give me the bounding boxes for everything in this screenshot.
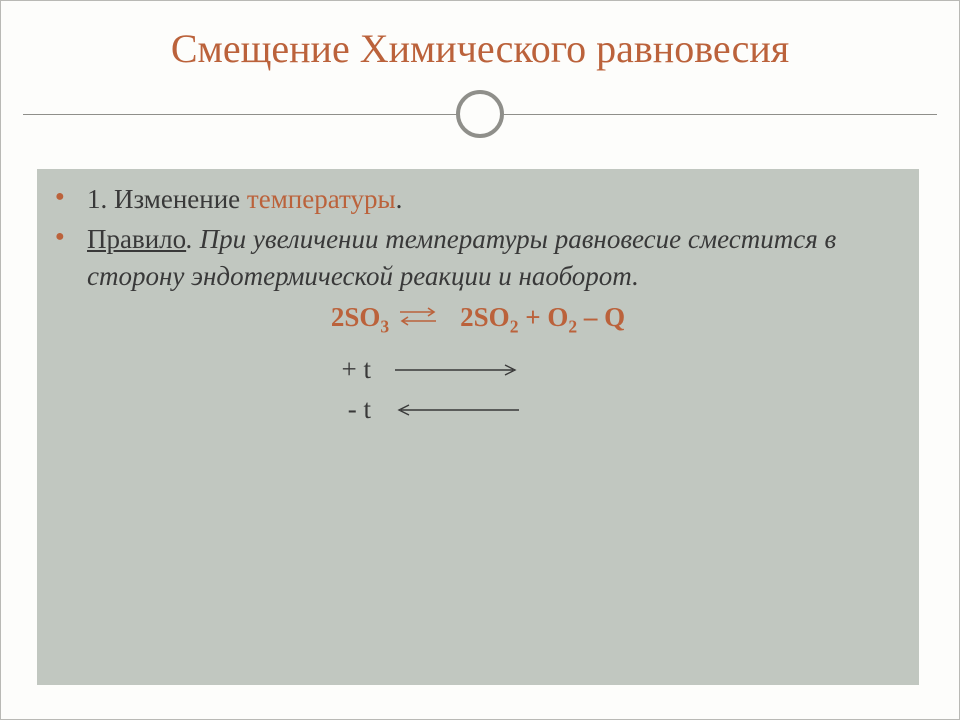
eq-plus: + O: [518, 302, 568, 332]
eq-lhs-sub: 3: [380, 317, 389, 337]
temp-plus-row: + t: [37, 350, 919, 390]
eq-lhs: 2SO: [331, 302, 381, 332]
temp-plus-label: + t: [327, 354, 371, 385]
rule-text: . При увеличении температуры равновесие …: [87, 224, 836, 290]
temp-minus-row: - t: [37, 390, 919, 430]
b1-prefix: 1. Изменение: [87, 184, 247, 214]
arrow-left-icon: [393, 402, 523, 418]
bullet-list: 1. Изменение температуры. Правило. При у…: [37, 169, 919, 294]
equilibrium-arrows-icon: [396, 304, 440, 328]
eq-rhs-b-sub: 2: [568, 317, 577, 337]
temp-minus-label: - t: [327, 394, 371, 425]
content-panel: 1. Изменение температуры. Правило. При у…: [37, 169, 919, 685]
divider: [1, 84, 959, 144]
b1-suffix: .: [396, 184, 403, 214]
bullet-item-2: Правило. При увеличении температуры равн…: [77, 221, 895, 294]
slide-title: Смещение Химического равновесия: [1, 1, 959, 72]
b1-highlight: температуры: [247, 184, 396, 214]
temperature-effects: + t - t: [37, 350, 919, 430]
equation: 2SO3 2SO2 + O2 – Q: [37, 302, 919, 337]
eq-rhs-a: 2SO: [460, 302, 510, 332]
bullet-item-1: 1. Изменение температуры.: [77, 181, 895, 217]
divider-circle-icon: [456, 90, 504, 138]
slide: Смещение Химического равновесия 1. Измен…: [0, 0, 960, 720]
arrow-right-icon: [393, 362, 523, 378]
eq-tail: – Q: [577, 302, 625, 332]
rule-label: Правило: [87, 224, 186, 254]
